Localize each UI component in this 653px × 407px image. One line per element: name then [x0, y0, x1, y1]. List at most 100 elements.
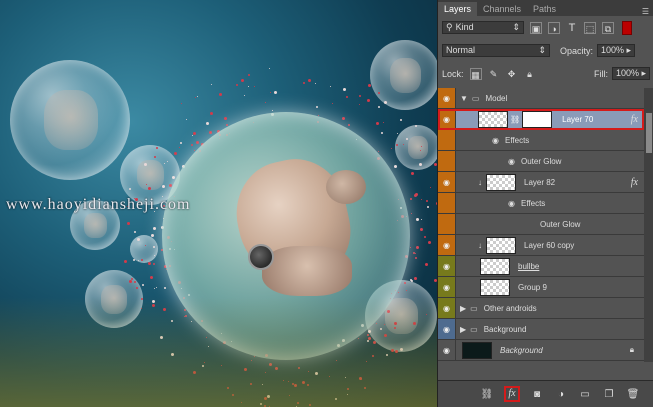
blend-mode-value: Normal [446, 45, 476, 55]
tab-paths[interactable]: Paths [527, 2, 562, 16]
particle [264, 354, 268, 358]
eye-icon[interactable]: ◉ [438, 277, 456, 297]
particle [243, 368, 247, 372]
filter-kind-select[interactable]: ⚲ Kind ⇕ [442, 21, 524, 34]
particle [191, 144, 194, 147]
fx-icon[interactable]: fx [504, 386, 520, 402]
chain-link-icon[interactable]: ⛓︎ [510, 115, 520, 124]
eye-icon[interactable]: ◉ [508, 199, 515, 208]
layer-row-layer-60-copy[interactable]: ◉ ↓ Layer 60 copy [438, 235, 644, 256]
particle [415, 245, 419, 249]
eye-icon[interactable]: ◉ [438, 109, 456, 129]
folder-icon[interactable]: ▭ [578, 389, 592, 400]
lock-move-icon[interactable]: ✥ [506, 68, 518, 80]
particle [164, 309, 166, 311]
tab-channels[interactable]: Channels [477, 2, 527, 16]
particle [268, 362, 272, 366]
lock-transparent-icon[interactable]: ▦ [469, 67, 482, 80]
eye-icon[interactable]: ◉ [438, 88, 456, 108]
particle [190, 321, 192, 323]
effects-label: Effects [520, 198, 546, 208]
lock-paint-icon[interactable]: ✎ [488, 68, 500, 80]
layer-row-other-androids[interactable]: ◉ ▶ ▭ Other androids [438, 298, 644, 319]
eye-icon[interactable]: ◉ [508, 157, 515, 166]
chevron-right-icon[interactable]: ▶ [460, 325, 466, 334]
blend-mode-select[interactable]: Normal ⇕ [442, 44, 550, 57]
particle [343, 88, 347, 92]
document-canvas[interactable]: www.haoyidiansheji.com [0, 0, 437, 407]
particle [292, 382, 295, 385]
layer-row-background-group[interactable]: ◉ ▶ ▭ Background [438, 319, 644, 340]
eye-icon[interactable]: ◉ [438, 256, 456, 276]
particle [148, 262, 152, 266]
particle [178, 147, 180, 149]
particle [359, 104, 361, 105]
eye-icon[interactable]: ◉ [438, 319, 456, 339]
filter-toggle-switch[interactable] [622, 20, 632, 35]
layer-row-layer-70[interactable]: ◉ ⛓︎ Layer 70 fx [438, 109, 644, 130]
particle [223, 340, 227, 344]
fx-icon[interactable]: fx [631, 177, 638, 188]
filter-pixel-icon[interactable]: ▣ [530, 21, 542, 34]
particle [399, 118, 402, 121]
fill-field[interactable]: 100% ▸ [612, 67, 650, 80]
particle [209, 130, 213, 134]
link-icon[interactable]: ⛓︎ [480, 389, 494, 400]
particle [206, 337, 208, 339]
particle [240, 78, 244, 82]
particle [380, 131, 383, 134]
particle [416, 217, 420, 221]
eye-icon[interactable]: ◉ [438, 298, 456, 318]
particle [415, 192, 419, 196]
chevron-down-icon[interactable]: ▼ [460, 94, 468, 103]
panel-menu-icon[interactable]: ☰ [637, 7, 653, 16]
trash-icon[interactable]: 🗑︎ [626, 389, 640, 400]
layer-row-background[interactable]: ◉ Background 🔒︎ [438, 340, 644, 361]
particle [180, 102, 182, 104]
particle [184, 315, 187, 318]
particle [260, 402, 263, 405]
layers-scrollbar[interactable] [644, 88, 653, 362]
layer-row-group-9[interactable]: ◉ Group 9 [438, 277, 644, 298]
filter-shape-icon[interactable]: ⬚ [584, 21, 596, 34]
opacity-field[interactable]: 100% ▸ [597, 44, 636, 57]
particle [231, 393, 234, 396]
eye-icon[interactable]: ◉ [438, 340, 456, 360]
scrollbar-thumb[interactable] [646, 113, 652, 153]
particle [414, 124, 417, 127]
effects-label: Effects [504, 135, 530, 145]
eye-icon[interactable]: ◉ [438, 235, 456, 255]
fx-icon[interactable]: fx [631, 114, 638, 125]
filter-adjustment-icon[interactable]: ◑ [548, 21, 560, 34]
eye-icon[interactable]: ◉ [438, 172, 456, 192]
particle [403, 282, 406, 285]
particle [151, 299, 155, 303]
particle [413, 277, 417, 281]
tab-layers[interactable]: Layers [438, 2, 478, 16]
lock-all-icon[interactable]: 🔒︎ [524, 68, 536, 80]
layer-name: Model [485, 93, 508, 103]
mask-icon[interactable]: ◙ [530, 389, 544, 400]
particle [282, 380, 284, 382]
eye-icon[interactable]: ◉ [492, 136, 499, 145]
particle [427, 205, 430, 208]
layer-row-bullbe[interactable]: ◉ bullbe [438, 256, 644, 277]
particle [423, 236, 426, 239]
filter-smart-object-icon[interactable]: ⧉ [602, 21, 614, 34]
particle [345, 96, 348, 99]
folder-icon: ▭ [470, 303, 478, 313]
chevron-right-icon[interactable]: ▶ [460, 304, 466, 313]
new-layer-icon[interactable]: ❐ [602, 389, 616, 400]
particle [428, 240, 432, 244]
filter-type-icon[interactable]: T [566, 22, 578, 34]
adjustment-icon[interactable]: ◑ [554, 389, 568, 400]
chevron-down-icon: ⇕ [538, 45, 546, 55]
layer-row-layer-82[interactable]: ◉ ↓ Layer 82 fx [438, 172, 644, 193]
layers-bottom-toolbar: ⛓︎ fx ◙ ◑ ▭ ❐ 🗑︎ [438, 380, 653, 407]
particle [394, 350, 398, 354]
particle [414, 252, 416, 254]
particle [384, 333, 388, 337]
layer-row-model[interactable]: ◉ ▼ ▭ Model [438, 88, 644, 109]
particle [132, 258, 135, 261]
watermark-text: www.haoyidiansheji.com [6, 196, 191, 213]
